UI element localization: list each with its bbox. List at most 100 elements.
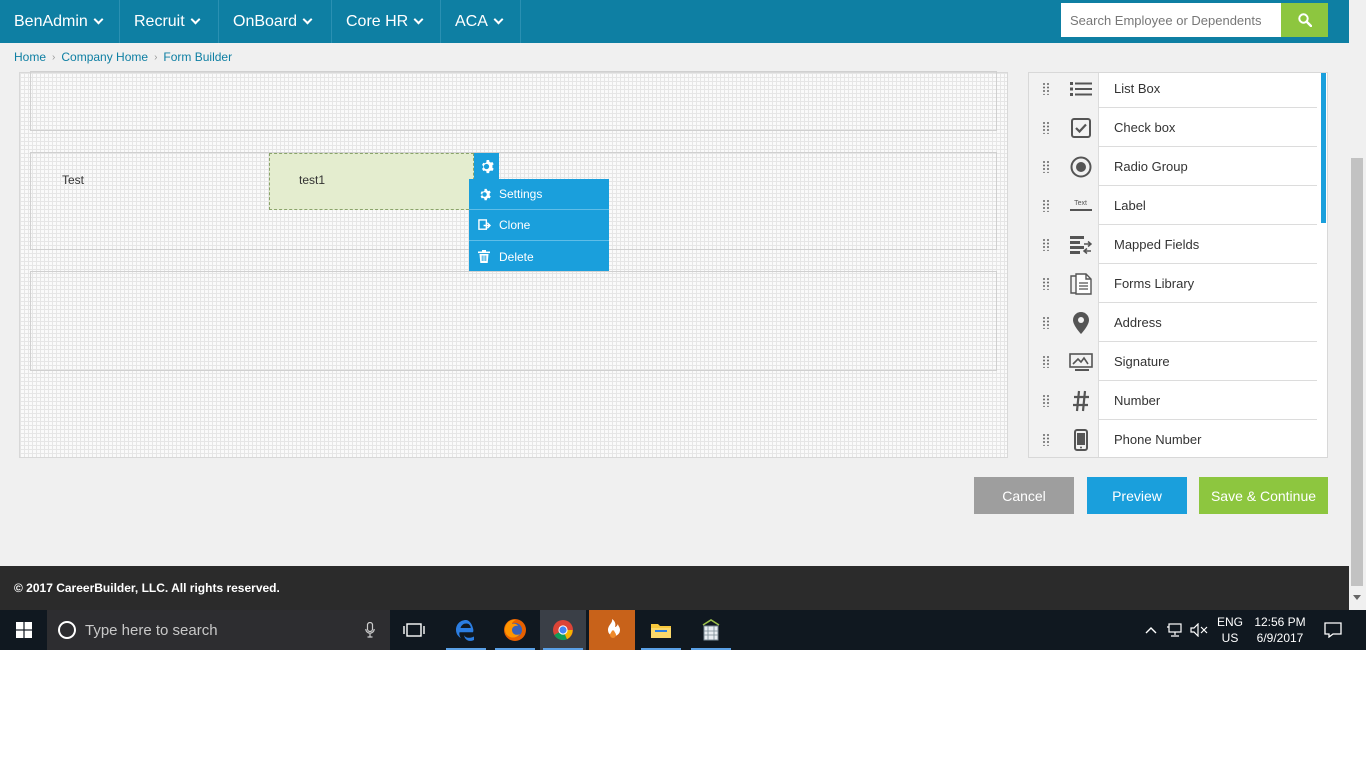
spreadsheet-app-icon [702,619,720,641]
nav-onboard[interactable]: OnBoard [219,0,332,43]
chevron-down-icon [493,14,504,25]
chevron-right-icon: › [154,51,158,63]
scroll-down-arrow-icon[interactable] [1353,595,1361,600]
form-section[interactable] [30,71,997,131]
volume-tray[interactable] [1188,610,1210,650]
gear-icon [469,188,499,201]
running-indicator [446,648,486,650]
folder-icon [651,624,671,638]
palette-scrollbar[interactable] [1321,73,1326,223]
nav-label: Core HR [346,12,409,30]
nav-aca[interactable]: ACA [441,0,521,43]
selected-field-text: test1 [299,173,326,187]
drag-handle-icon[interactable] [1029,73,1063,108]
clock[interactable]: 12:56 PM 6/9/2017 [1250,610,1310,650]
drag-handle-icon[interactable] [1029,342,1063,381]
nav-label: Recruit [134,12,185,30]
palette-item-label: Signature [1114,354,1170,369]
scroll-thumb[interactable] [1351,158,1363,586]
field-label-test: Test [62,173,85,187]
drag-handle-icon[interactable] [1029,108,1063,147]
field-settings-button[interactable] [474,153,499,179]
selected-form-field[interactable]: test1 [269,153,474,210]
nav-recruit[interactable]: Recruit [120,0,219,43]
palette-item-label: Mapped Fields [1114,237,1200,252]
palette-item-check-box[interactable]: Check box [1029,108,1317,147]
taskbar-search-box[interactable]: Type here to search [47,610,390,650]
drag-handle-icon[interactable] [1029,381,1063,420]
running-indicator [543,648,583,650]
save-continue-button[interactable]: Save & Continue [1199,477,1328,514]
breadcrumb-form-builder[interactable]: Form Builder [163,50,232,64]
menu-item-label: Clone [499,218,531,232]
start-button[interactable] [0,610,47,650]
menu-item-label: Settings [499,187,543,201]
cancel-button[interactable]: Cancel [974,477,1074,514]
signature-icon [1063,342,1099,381]
palette-item-list-box[interactable]: List Box [1029,73,1317,108]
preview-button[interactable]: Preview [1087,477,1187,514]
palette-item-label: Label [1114,198,1146,213]
breadcrumb-company-home[interactable]: Company Home [61,50,148,64]
palette-item-label[interactable]: Text Label [1029,186,1317,225]
running-indicator [691,648,731,650]
palette-item-forms-library[interactable]: Forms Library [1029,264,1317,303]
search-button[interactable] [1281,3,1328,37]
windows-logo-icon [15,622,32,638]
document-icon [1063,264,1099,303]
palette-item-signature[interactable]: Signature [1029,342,1317,381]
network-tray[interactable] [1164,610,1186,650]
volume-muted-icon [1190,623,1208,637]
menu-item-label: Delete [499,249,534,264]
palette-item-address[interactable]: Address [1029,303,1317,342]
chevron-right-icon: › [52,51,56,63]
language-indicator[interactable]: ENG US [1212,610,1248,650]
nav-benadmin[interactable]: BenAdmin [0,0,120,43]
notification-icon [1324,622,1342,638]
clock-time: 12:56 PM [1254,615,1306,629]
employee-search-input[interactable] [1061,3,1281,37]
drag-handle-icon[interactable] [1029,186,1063,225]
palette-item-number[interactable]: Number [1029,381,1317,420]
taskbar-app[interactable] [688,610,734,650]
taskbar-file-explorer[interactable] [638,610,684,650]
list-icon [1063,73,1099,108]
microphone-icon[interactable] [365,622,375,638]
drag-handle-icon[interactable] [1029,264,1063,303]
edge-browser-icon [456,620,474,641]
palette-item-label: Radio Group [1114,159,1188,174]
cortana-circle-icon [58,621,76,639]
palette-item-radio-group[interactable]: Radio Group [1029,147,1317,186]
taskbar-flame-app[interactable] [589,610,635,650]
checkbox-icon [1063,108,1099,147]
nav-core-hr[interactable]: Core HR [332,0,441,43]
menu-item-clone[interactable]: Clone [469,210,609,241]
palette-item-label: Phone Number [1114,432,1202,447]
form-canvas[interactable]: Test test1 Settings Clone Delete [19,71,1008,458]
network-icon [1167,623,1182,637]
breadcrumb-home[interactable]: Home [14,50,46,64]
menu-item-delete[interactable]: Delete [469,241,609,272]
palette-item-mapped-fields[interactable]: Mapped Fields [1029,225,1317,264]
taskbar-firefox[interactable] [492,610,538,650]
running-indicator [641,648,681,650]
form-section[interactable] [30,271,997,371]
drag-handle-icon[interactable] [1029,147,1063,186]
field-palette: List Box Check box Radio Group Text Labe… [1028,72,1328,458]
nav-label: ACA [455,12,488,30]
page-scrollbar[interactable] [1349,0,1366,610]
action-center-button[interactable] [1318,610,1348,650]
drag-handle-icon[interactable] [1029,420,1063,457]
drag-handle-icon[interactable] [1029,303,1063,342]
taskbar-edge[interactable] [443,610,489,650]
palette-item-phone-number[interactable]: Phone Number [1029,420,1317,457]
show-hidden-icons-button[interactable] [1142,610,1160,650]
menu-item-settings[interactable]: Settings [469,179,609,210]
label-icon-text: Text [1074,200,1087,207]
chevron-down-icon [190,14,201,25]
hash-icon [1063,381,1099,420]
taskbar-chrome[interactable] [540,610,586,650]
radio-icon [1063,147,1099,186]
drag-handle-icon[interactable] [1029,225,1063,264]
task-view-button[interactable] [391,610,437,650]
